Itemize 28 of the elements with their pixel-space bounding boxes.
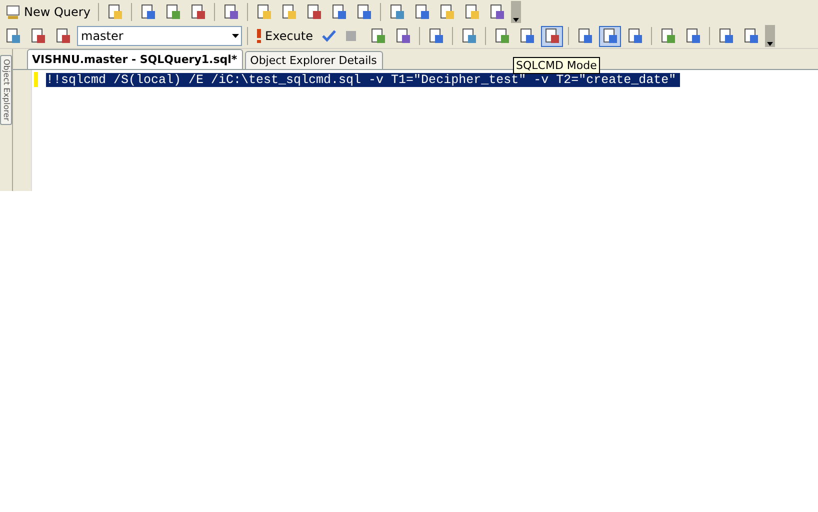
document-tab[interactable]: Object Explorer Details xyxy=(245,51,383,69)
execute-button[interactable]: Execute xyxy=(253,26,316,46)
checkmark-icon xyxy=(322,30,336,42)
new-query-icon xyxy=(5,4,21,20)
document-icon xyxy=(190,4,206,20)
dropdown-arrow-icon xyxy=(766,41,774,47)
document-icon xyxy=(107,4,124,20)
side-panel-tab[interactable]: Object Explorer xyxy=(0,55,12,125)
database-dropdown[interactable]: master xyxy=(77,26,242,46)
exclamation-icon xyxy=(256,29,262,43)
dropdown-arrow-icon xyxy=(512,17,520,23)
results-to-grid-button[interactable] xyxy=(599,26,621,46)
tooltip: SQLCMD Mode xyxy=(513,57,600,74)
document-icon xyxy=(439,4,456,20)
toolbar-overflow-button[interactable] xyxy=(511,1,522,23)
document-icon xyxy=(140,4,156,20)
document-icon xyxy=(223,4,240,20)
new-query-button[interactable]: New Query xyxy=(2,2,94,22)
document-icon xyxy=(389,4,406,20)
document-tab[interactable]: VISHNU.master - SQLQuery1.sql* xyxy=(27,49,244,69)
toolbar-overflow-button[interactable] xyxy=(765,25,775,47)
document-icon xyxy=(165,4,182,20)
change-marker xyxy=(34,72,38,87)
dropdown-arrow-icon xyxy=(232,34,238,38)
document-icon xyxy=(464,4,480,20)
stop-icon xyxy=(346,31,356,41)
document-icon xyxy=(489,4,506,20)
sqlcmd-mode-button[interactable] xyxy=(541,26,563,46)
